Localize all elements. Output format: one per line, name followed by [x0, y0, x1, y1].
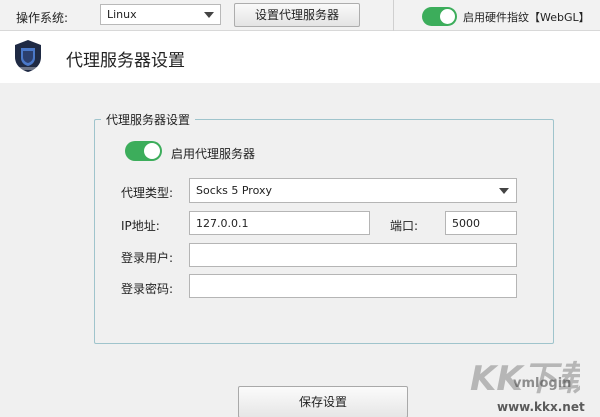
- hardware-fingerprint-label: 启用硬件指纹【WebGL】: [463, 11, 590, 24]
- dialog-titlebar: 代理服务器设置: [0, 31, 600, 83]
- toolbar-divider: [393, 0, 394, 31]
- dialog-title: 代理服务器设置: [66, 51, 185, 71]
- proxy-type-value: Socks 5 Proxy: [196, 184, 272, 197]
- password-input[interactable]: [189, 274, 517, 298]
- chevron-down-icon: [204, 12, 214, 18]
- password-label: 登录密码:: [121, 282, 174, 296]
- set-proxy-button[interactable]: 设置代理服务器: [234, 3, 360, 27]
- chevron-down-icon: [499, 188, 509, 194]
- hardware-fingerprint-toggle[interactable]: [422, 7, 457, 26]
- port-input[interactable]: [445, 211, 517, 235]
- os-select-value: Linux: [107, 8, 137, 21]
- os-label: 操作系统:: [16, 11, 69, 25]
- app-logo-icon: [15, 40, 41, 72]
- proxy-type-select[interactable]: Socks 5 Proxy: [189, 178, 517, 203]
- ip-address-label: IP地址:: [121, 219, 160, 233]
- enable-proxy-toggle[interactable]: [125, 141, 162, 161]
- toggle-knob: [144, 143, 160, 159]
- group-title: 代理服务器设置: [101, 111, 196, 128]
- watermark-brand: vmlogin: [513, 376, 572, 391]
- username-label: 登录用户:: [121, 251, 174, 265]
- proxy-type-label: 代理类型:: [121, 186, 174, 200]
- username-input[interactable]: [189, 243, 517, 267]
- enable-proxy-label: 启用代理服务器: [171, 147, 256, 161]
- watermark-url: www.kkx.net: [497, 400, 585, 414]
- toggle-knob: [440, 9, 455, 24]
- ip-address-input[interactable]: [189, 211, 370, 235]
- top-toolbar: 操作系统: Linux 设置代理服务器 启用硬件指纹【WebGL】: [0, 0, 600, 31]
- port-label: 端口:: [390, 219, 419, 233]
- os-select[interactable]: Linux: [100, 4, 221, 25]
- save-settings-button[interactable]: 保存设置: [238, 386, 408, 417]
